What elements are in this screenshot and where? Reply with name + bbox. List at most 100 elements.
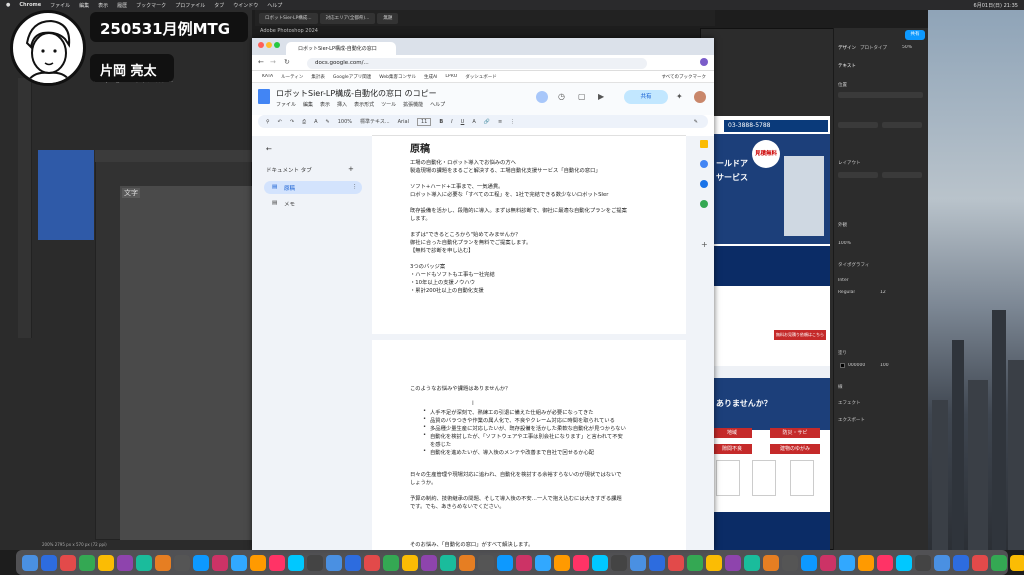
bookmark-item[interactable]: ルーティン (281, 74, 303, 80)
dock-app-icon[interactable] (174, 554, 190, 571)
bold-icon[interactable]: B (439, 119, 443, 125)
dock-app-icon[interactable] (991, 554, 1007, 571)
font-size-field[interactable]: 11 (416, 117, 432, 126)
menubar-item[interactable]: 履歴 (117, 2, 127, 9)
menubar-item[interactable]: ファイル (50, 2, 70, 9)
dock-app-icon[interactable] (231, 554, 247, 571)
dock-app-icon[interactable] (972, 554, 988, 571)
italic-icon[interactable]: I (451, 119, 452, 125)
add-tab-icon[interactable]: + (348, 165, 354, 173)
dock-app-icon[interactable] (117, 554, 133, 571)
dock-app-icon[interactable] (953, 554, 969, 571)
bookmark-item[interactable]: KATA (262, 74, 273, 79)
address-bar[interactable]: docs.google.com/... (307, 58, 647, 69)
menubar-item[interactable]: ブックマーク (136, 2, 166, 9)
figma-h-field[interactable] (882, 172, 922, 178)
dock-app-icon[interactable] (402, 554, 418, 571)
more-icon[interactable]: ⋮ (352, 184, 358, 190)
photoshop-canvas[interactable] (120, 186, 252, 540)
dock-app-icon[interactable] (345, 554, 361, 571)
back-arrow-icon[interactable]: ← (258, 58, 264, 66)
dock-app-icon[interactable] (630, 554, 646, 571)
dock-app-icon[interactable] (497, 554, 513, 571)
text-color-icon[interactable]: A (472, 119, 475, 125)
figma-tab[interactable]: 無題 (377, 12, 399, 24)
window-zoom-icon[interactable] (274, 42, 280, 48)
doc-tab-label[interactable]: メモ (284, 200, 295, 208)
docs-menu-item[interactable]: 拡張機能 (403, 101, 423, 108)
figma-fill-opacity[interactable]: 100 (880, 363, 889, 368)
doc-page[interactable] (372, 340, 686, 550)
dock-app-icon[interactable] (687, 554, 703, 571)
docs-menu-item[interactable]: ツール (381, 101, 396, 108)
contacts-icon[interactable] (700, 180, 708, 188)
figma-font[interactable]: Inter (838, 278, 849, 283)
dock-app-icon[interactable] (193, 554, 209, 571)
bookmark-item[interactable]: 集計表 (311, 74, 325, 80)
dock-app-icon[interactable] (41, 554, 57, 571)
dock-app-icon[interactable] (649, 554, 665, 571)
figma-tab[interactable]: 対応エリア(全都県)... (319, 12, 376, 24)
underline-icon[interactable]: U (461, 119, 465, 125)
figma-align-row[interactable] (838, 92, 923, 98)
dock-app-icon[interactable] (516, 554, 532, 571)
bookmark-item[interactable]: ダッシュボード (465, 74, 497, 80)
maps-icon[interactable] (700, 200, 708, 208)
dock-app-icon[interactable] (896, 554, 912, 571)
dock-app-icon[interactable] (478, 554, 494, 571)
dock-app-icon[interactable] (820, 554, 836, 571)
search-icon[interactable]: ⚲ (266, 119, 270, 125)
dock-app-icon[interactable] (725, 554, 741, 571)
dock-app-icon[interactable] (421, 554, 437, 571)
doc-title[interactable]: ロボットSier-LP構成-自動化の窓口 のコピー (276, 88, 437, 99)
dock-app-icon[interactable] (326, 554, 342, 571)
doc-tab-active[interactable] (264, 181, 362, 194)
dock-app-icon[interactable] (307, 554, 323, 571)
window-close-icon[interactable] (258, 42, 264, 48)
menubar-clock[interactable]: 6月01日(日) 21:35 (974, 2, 1024, 9)
docs-menu-item[interactable]: 表示 (320, 101, 330, 108)
menubar-item[interactable]: 表示 (98, 2, 108, 9)
menubar-item[interactable]: ヘルプ (267, 2, 282, 9)
docs-menu-item[interactable]: ヘルプ (430, 101, 445, 108)
doc-tab-label[interactable]: 原稿 (284, 184, 295, 192)
dock-app-icon[interactable] (60, 554, 76, 571)
figma-tab-design[interactable]: デザイン (838, 45, 856, 51)
dock-app-icon[interactable] (554, 554, 570, 571)
dock-app-icon[interactable] (269, 554, 285, 571)
menubar-item[interactable]: ウインドウ (233, 2, 258, 9)
list-icon[interactable]: ⋮ (510, 119, 515, 125)
dock-app-icon[interactable] (744, 554, 760, 571)
back-arrow-icon[interactable]: ← (266, 145, 272, 153)
spellcheck-icon[interactable]: A (314, 119, 317, 125)
docs-menu-item[interactable]: 表示形式 (354, 101, 374, 108)
tasks-icon[interactable] (700, 160, 708, 168)
dock-app-icon[interactable] (136, 554, 152, 571)
photoshop-subwindow-bar[interactable] (95, 150, 252, 162)
profile-avatar[interactable] (700, 58, 708, 66)
user-avatar[interactable] (694, 91, 706, 103)
docs-avatar-icon[interactable] (536, 91, 548, 103)
dock-app-icon[interactable] (782, 554, 798, 571)
docs-menu-item[interactable]: 編集 (303, 101, 313, 108)
print-icon[interactable]: ⎙ (302, 119, 306, 125)
bookmark-all[interactable]: すべてのブックマーク (661, 74, 714, 80)
dock-app-icon[interactable] (915, 554, 931, 571)
apple-icon[interactable]: ● (6, 2, 10, 8)
dock-app-icon[interactable] (934, 554, 950, 571)
window-minimize-icon[interactable] (266, 42, 272, 48)
figma-tab-prototype[interactable]: プロトタイプ (860, 45, 887, 51)
dock-app-icon[interactable] (877, 554, 893, 571)
redo-icon[interactable]: ↷ (290, 119, 294, 125)
dock-app-icon[interactable] (535, 554, 551, 571)
share-button[interactable]: 共有 (624, 90, 668, 104)
dock-app-icon[interactable] (98, 554, 114, 571)
dock-app-icon[interactable] (212, 554, 228, 571)
dock-app-icon[interactable] (573, 554, 589, 571)
dock-app-icon[interactable] (79, 554, 95, 571)
align-icon[interactable]: ≡ (498, 119, 502, 125)
pencil-icon[interactable]: ✎ (694, 119, 708, 125)
menubar-item[interactable]: タブ (214, 2, 224, 9)
figma-opacity[interactable]: 100% (838, 241, 851, 246)
dock-app-icon[interactable] (383, 554, 399, 571)
